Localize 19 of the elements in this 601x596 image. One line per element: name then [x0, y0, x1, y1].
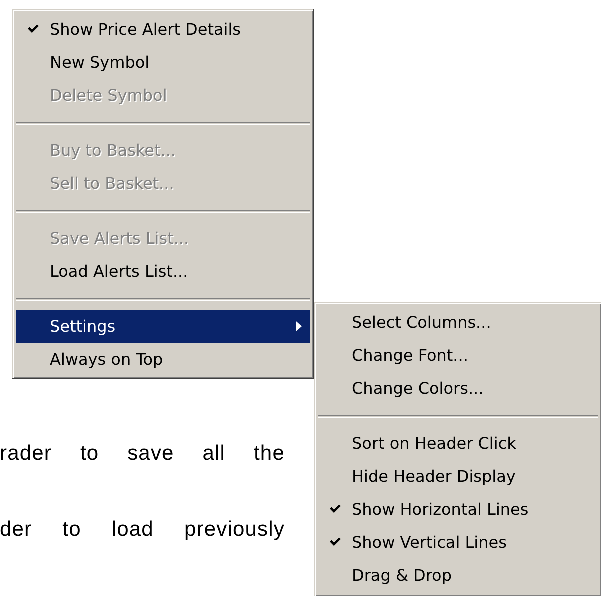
menu-item[interactable]: New Symbol [16, 46, 310, 79]
body-text: der to load previously [0, 518, 285, 542]
checkmark-icon [28, 24, 38, 35]
menu-item[interactable]: Select Columns... [318, 306, 598, 339]
menu-item[interactable]: Change Colors... [318, 372, 598, 405]
checkmark-icon [330, 504, 340, 515]
menu-item[interactable]: Sort on Header Click [318, 427, 598, 460]
menu-item[interactable]: Change Font... [318, 339, 598, 372]
menu-item[interactable]: Show Price Alert Details [16, 13, 310, 46]
menu-item[interactable]: Load Alerts List... [16, 255, 310, 288]
menu-item[interactable]: Drag & Drop [318, 559, 598, 592]
menu-item[interactable]: Show Vertical Lines [318, 526, 598, 559]
checkmark-icon [330, 537, 340, 548]
menu-item[interactable]: Always on Top [16, 343, 310, 376]
menu-item[interactable]: Hide Header Display [318, 460, 598, 493]
submenu-arrow-icon [296, 321, 302, 332]
body-text: rader to save all the [0, 442, 285, 466]
menu-item[interactable]: Settings [16, 310, 310, 343]
menu-item[interactable]: Show Horizontal Lines [318, 493, 598, 526]
